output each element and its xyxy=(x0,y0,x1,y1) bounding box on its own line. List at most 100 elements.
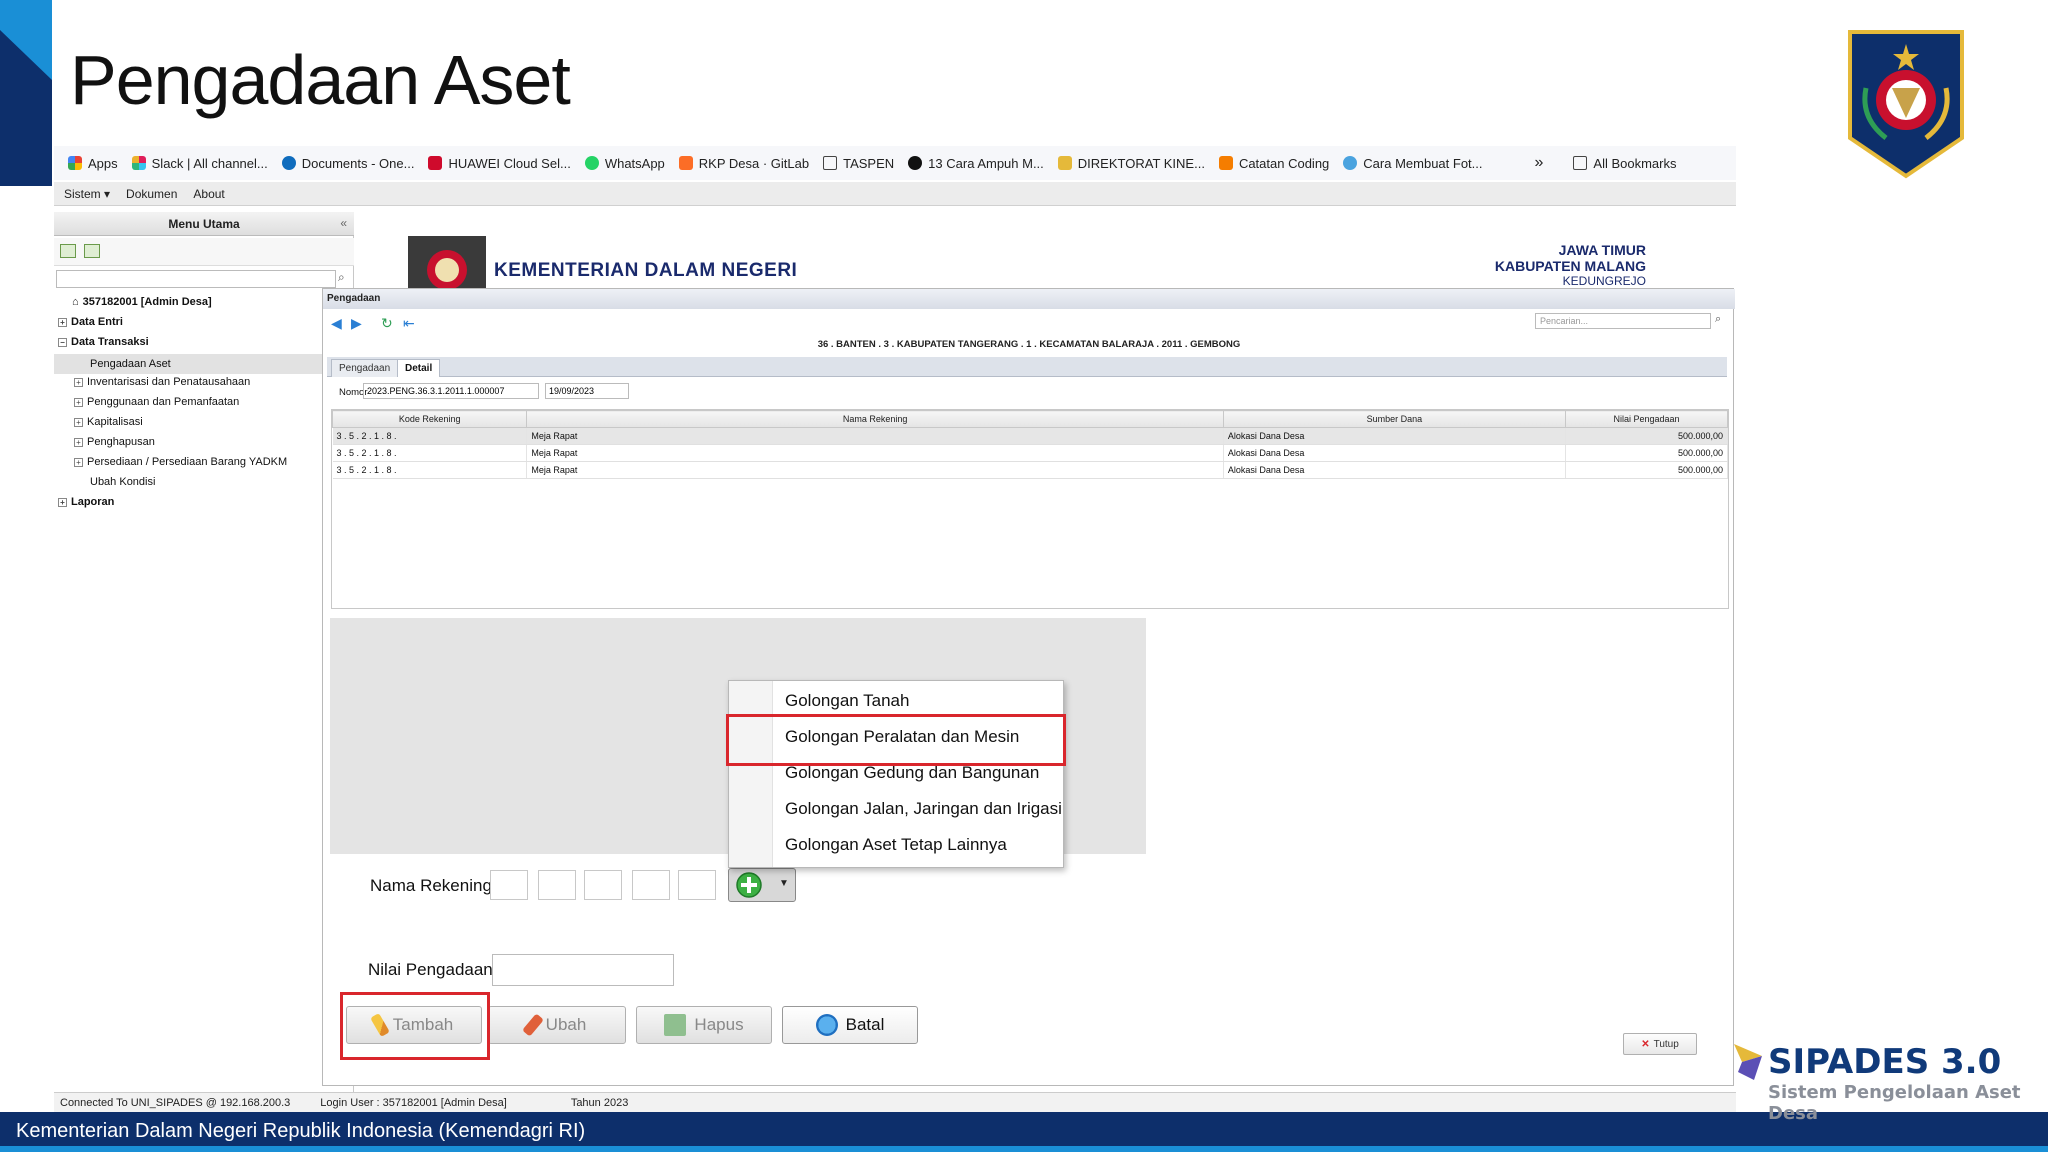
tree-laporan[interactable]: + Laporan xyxy=(58,496,114,508)
forward-arrow-icon[interactable]: ▶ xyxy=(351,315,362,332)
tree-ubah-kondisi[interactable]: Ubah Kondisi xyxy=(90,476,155,488)
bookmark-whatsapp[interactable]: WhatsApp xyxy=(584,156,665,171)
menu-item-golongan-tanah[interactable]: Golongan Tanah xyxy=(785,691,909,711)
apps-grid-icon xyxy=(68,156,82,170)
undo-icon xyxy=(815,1014,838,1036)
bookmark-direktorat[interactable]: DIREKTORAT KINE... xyxy=(1057,156,1205,171)
tree-inventarisasi[interactable]: + Inventarisasi dan Penatausahaan xyxy=(74,376,250,388)
sipades-logo-icon xyxy=(1734,1044,1762,1080)
menu-item-golongan-jalan-jaringan-irigasi[interactable]: Golongan Jalan, Jaringan dan Irigasi xyxy=(785,799,1062,819)
golongan-dropdown-menu: Golongan Tanah Golongan Peralatan dan Me… xyxy=(728,680,1064,868)
bookmark-catatan-coding[interactable]: Catatan Coding xyxy=(1218,156,1329,171)
detail-grid: Kode Rekening Nama Rekening Sumber Dana … xyxy=(331,409,1729,609)
bookmark-slack[interactable]: Slack | All channel... xyxy=(131,156,268,171)
rekening-segment-1[interactable] xyxy=(490,870,528,900)
chevron-down-icon: ▼ xyxy=(779,878,789,889)
hapus-button[interactable]: Hapus xyxy=(636,1006,772,1044)
bookmark-taspen[interactable]: TASPEN xyxy=(823,156,894,171)
search-icon[interactable]: ⌕ xyxy=(1715,313,1721,326)
tree-penghapusan[interactable]: + Penghapusan xyxy=(74,436,155,448)
tab-pengadaan[interactable]: Pengadaan xyxy=(331,359,399,377)
menu-toolbar xyxy=(54,238,354,266)
nilai-pengadaan-input[interactable] xyxy=(492,954,674,986)
tree-root[interactable]: ⌂ 357182001 [Admin Desa] xyxy=(72,296,212,308)
footer-text: Kementerian Dalam Negeri Republik Indone… xyxy=(16,1120,586,1142)
wrench-icon xyxy=(521,1013,544,1037)
tab-detail[interactable]: Detail xyxy=(397,359,441,377)
nama-rekening-cell: Meja Rapat xyxy=(526,461,1224,479)
nama-rekening-cell: Meja Rapat xyxy=(526,444,1224,462)
collapse-all-icon[interactable] xyxy=(84,244,100,258)
back-arrow-icon[interactable]: ◀ xyxy=(331,315,342,332)
search-icon[interactable]: ⌕ xyxy=(338,270,345,285)
collapse-panel-icon[interactable]: « xyxy=(340,216,347,230)
sumber-dana-cell: Alokasi Dana Desa xyxy=(1223,461,1567,479)
expand-all-icon[interactable] xyxy=(60,244,76,258)
village-label: KEDUNGREJO xyxy=(1562,274,1646,288)
bookmark-gitlab[interactable]: RKP Desa · GitLab xyxy=(678,156,809,171)
tanggal-field[interactable]: 19/09/2023 xyxy=(545,383,629,399)
table-row[interactable]: 3 . 5 . 2 . 1 . 8 . Meja Rapat Alokasi D… xyxy=(332,427,1728,445)
menu-item-golongan-gedung-bangunan[interactable]: Golongan Gedung dan Bangunan xyxy=(785,763,1039,783)
ministry-title: KEMENTERIAN DALAM NEGERI xyxy=(494,260,798,281)
tree-data-entri[interactable]: + Data Entri xyxy=(58,316,123,328)
rekening-segment-4[interactable] xyxy=(632,870,670,900)
rekening-segment-3[interactable] xyxy=(584,870,622,900)
tree-kapitalisasi[interactable]: + Kapitalisasi xyxy=(74,416,143,428)
tree-penggunaan[interactable]: + Penggunaan dan Pemanfaatan xyxy=(74,396,239,408)
site-icon xyxy=(908,156,923,170)
province-label: JAWA TIMUR xyxy=(1558,242,1646,258)
nama-rekening-label: Nama Rekening xyxy=(370,876,492,895)
collapse-icon: − xyxy=(58,337,67,347)
menu-item-golongan-aset-tetap-lainnya[interactable]: Golongan Aset Tetap Lainnya xyxy=(785,835,1007,855)
home-icon: ⌂ xyxy=(72,296,79,308)
bookmark-13-cara[interactable]: 13 Cara Ampuh M... xyxy=(908,156,1044,171)
regency-label: KABUPATEN MALANG xyxy=(1494,258,1646,274)
nomor-field[interactable]: 2023.PENG.36.3.1.2011.1.000007 xyxy=(363,383,539,399)
folder-icon xyxy=(1573,156,1588,170)
bookmark-cara-membuat[interactable]: Cara Membuat Fot... xyxy=(1343,156,1483,171)
add-icon xyxy=(736,872,762,898)
rekening-segment-2[interactable] xyxy=(538,870,576,900)
bookmark-huawei[interactable]: HUAWEI Cloud Sel... xyxy=(428,156,571,171)
menu-about[interactable]: About xyxy=(193,187,224,201)
menu-dokumen[interactable]: Dokumen xyxy=(126,187,177,201)
ubah-button[interactable]: Ubah xyxy=(488,1006,626,1044)
location-info: 36 . BANTEN . 3 . KABUPATEN TANGERANG . … xyxy=(817,339,1241,350)
status-bar: Connected To UNI_SIPADES @ 192.168.200.3… xyxy=(54,1092,1736,1112)
chevron-double-right-icon: » xyxy=(1534,154,1544,171)
batal-button[interactable]: Batal xyxy=(782,1006,918,1044)
onedrive-icon xyxy=(281,156,296,170)
close-icon: ✕ xyxy=(1641,1038,1650,1050)
refresh-icon[interactable]: ↻ xyxy=(381,315,393,332)
all-bookmarks-button[interactable]: All Bookmarks xyxy=(1573,156,1676,171)
bookmark-apps[interactable]: Apps xyxy=(68,156,118,171)
sumber-dana-cell: Alokasi Dana Desa xyxy=(1223,427,1567,445)
app-menubar: Sistem ▾ Dokumen About xyxy=(54,182,1736,206)
golongan-dropdown-button[interactable]: ▼ xyxy=(728,868,796,902)
table-row[interactable]: 3 . 5 . 2 . 1 . 8 . Meja Rapat Alokasi D… xyxy=(332,461,1728,479)
bookmark-onedrive[interactable]: Documents - One... xyxy=(281,156,414,171)
footer-stripe xyxy=(0,1146,2048,1152)
tutup-button[interactable]: ✕ Tutup xyxy=(1623,1033,1697,1055)
tree-persediaan[interactable]: + Persediaan / Persediaan Barang YADKM xyxy=(74,456,287,468)
kemendagri-emblem-icon xyxy=(1848,30,1964,179)
column-header[interactable]: Nilai Pengadaan xyxy=(1565,410,1728,428)
menu-search-input[interactable] xyxy=(56,270,336,288)
tree-data-transaksi[interactable]: − Data Transaksi xyxy=(58,336,149,348)
column-header[interactable]: Kode Rekening xyxy=(331,410,528,428)
login-user-status: Login User : 357182001 [Admin Desa] xyxy=(320,1096,507,1109)
nama-rekening-cell: Meja Rapat xyxy=(526,427,1224,445)
bookmarks-more-button[interactable]: » xyxy=(1535,154,1544,172)
expand-icon: + xyxy=(74,397,83,407)
expand-icon: + xyxy=(74,377,83,387)
column-header[interactable]: Nama Rekening xyxy=(526,410,1224,428)
export-icon[interactable]: ⇤ xyxy=(403,315,415,332)
menu-sistem[interactable]: Sistem ▾ xyxy=(64,187,110,201)
kode-rekening-cell: 3 . 5 . 2 . 1 . 8 . xyxy=(332,461,528,479)
window-search-input[interactable]: Pencarian... xyxy=(1535,313,1711,329)
table-row[interactable]: 3 . 5 . 2 . 1 . 8 . Meja Rapat Alokasi D… xyxy=(332,444,1728,462)
tree-pengadaan-aset[interactable]: Pengadaan Aset xyxy=(54,354,352,374)
rekening-segment-5[interactable] xyxy=(678,870,716,900)
column-header[interactable]: Sumber Dana xyxy=(1222,410,1567,428)
